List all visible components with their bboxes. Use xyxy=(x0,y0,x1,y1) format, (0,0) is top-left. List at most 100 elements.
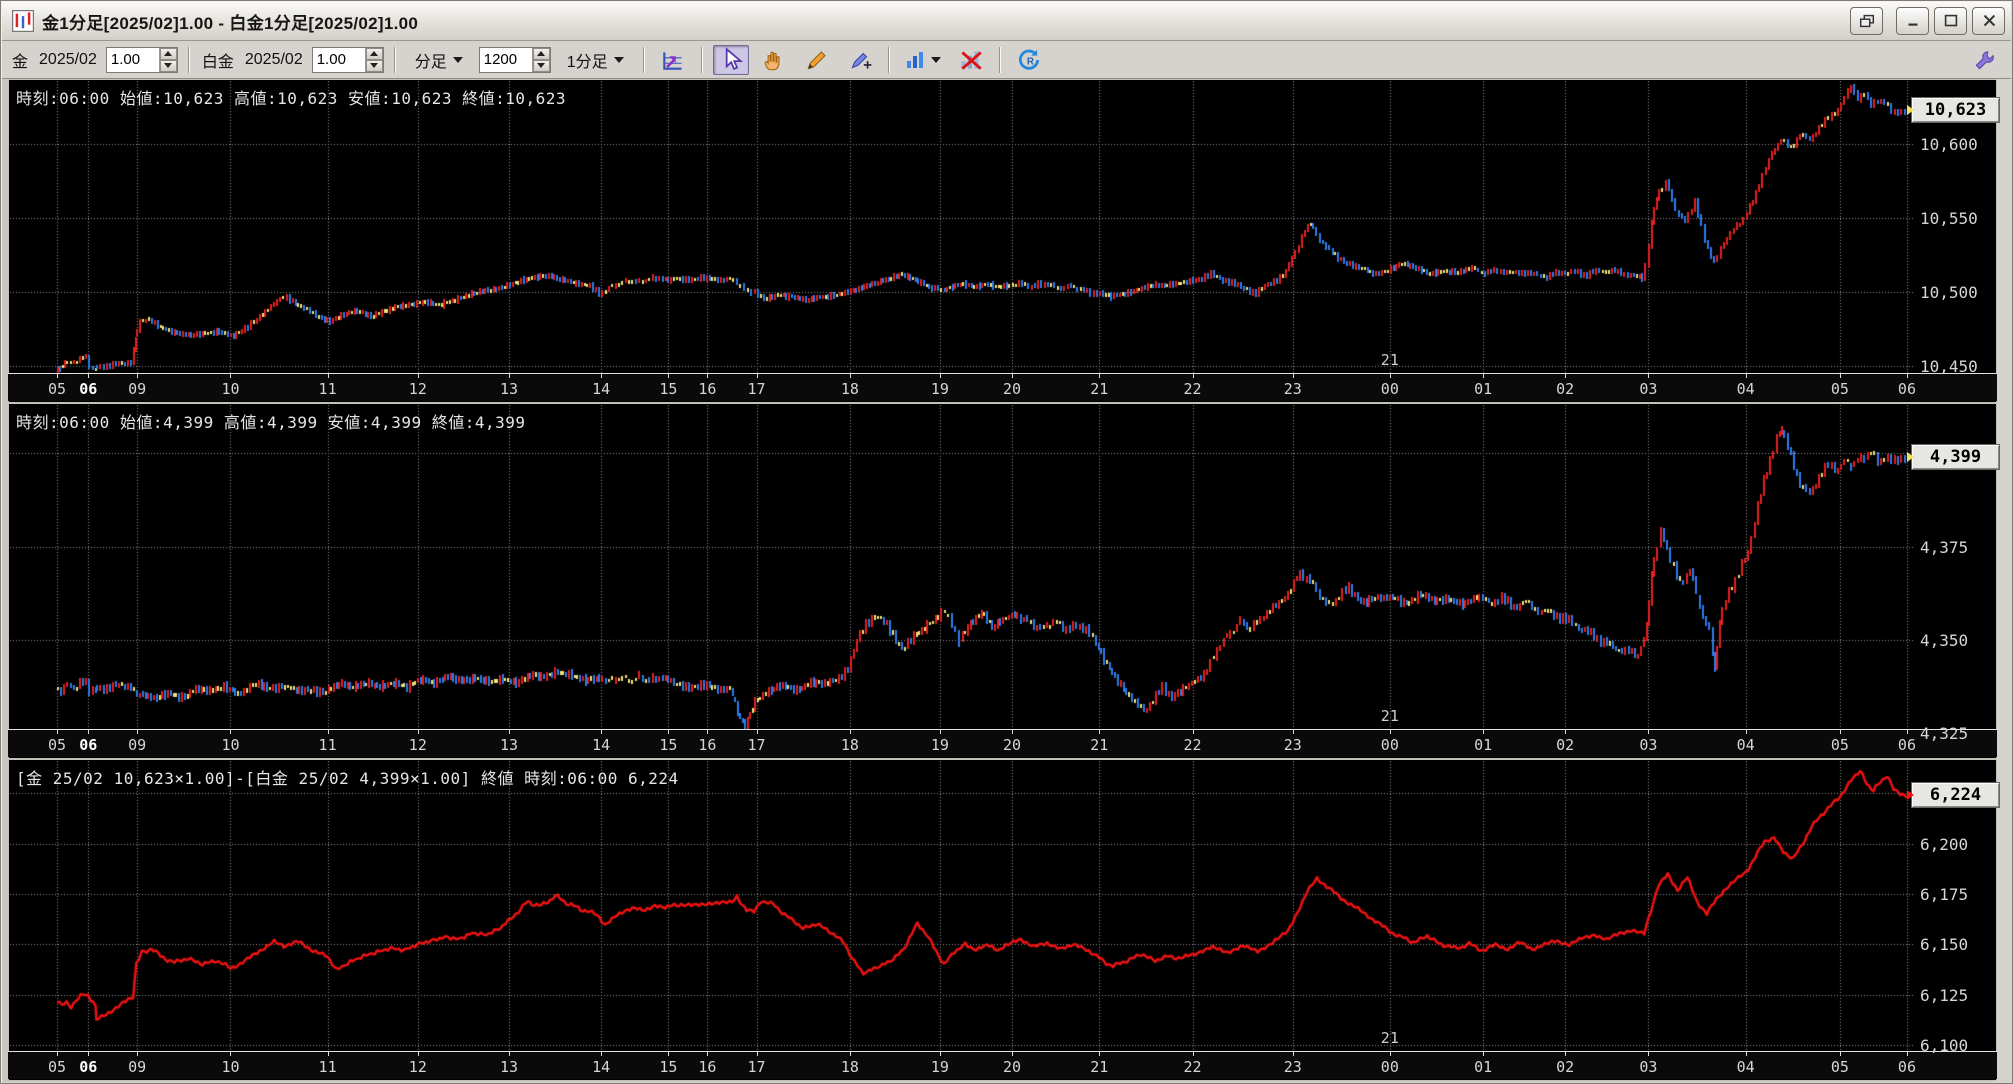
spin-up-icon[interactable] xyxy=(160,48,177,60)
delete-chart-icon xyxy=(958,47,984,73)
platinum-multiplier-spinner[interactable]: 1.00 xyxy=(312,47,384,73)
x-tick-mark xyxy=(668,1052,669,1056)
x-tick-mark xyxy=(1483,1052,1484,1056)
x-tick-label: 14 xyxy=(592,736,610,754)
x-tick-mark xyxy=(1746,1052,1747,1056)
platinum-multiplier-value[interactable]: 1.00 xyxy=(313,48,365,72)
marker-tool-button[interactable] xyxy=(842,45,878,75)
y-tick-label: 4,350 xyxy=(1920,631,1968,650)
pan-tool-button[interactable] xyxy=(756,45,792,75)
x-tick-mark xyxy=(137,730,138,734)
clear-drawings-button[interactable] xyxy=(953,45,989,75)
x-tick-mark xyxy=(850,1052,851,1056)
gold-multiplier-value[interactable]: 1.00 xyxy=(107,48,159,72)
x-tick-label: 16 xyxy=(698,1058,716,1076)
x-tick-label: 01 xyxy=(1474,1058,1492,1076)
x-tick-mark xyxy=(328,374,329,378)
toolbar-separator xyxy=(701,47,703,73)
minimize-button[interactable] xyxy=(1896,7,1929,35)
x-tick-label: 05 xyxy=(1831,1058,1849,1076)
spread-chart-canvas[interactable] xyxy=(10,761,1914,1051)
x-tick-mark xyxy=(601,1052,602,1056)
close-button[interactable] xyxy=(1972,7,2005,35)
gold-multiplier-spinner[interactable]: 1.00 xyxy=(106,47,178,73)
databox-tool-button[interactable] xyxy=(655,45,691,75)
toolbar-separator xyxy=(643,47,645,73)
x-tick-label: 20 xyxy=(1003,380,1021,398)
spread-price-badge: 6,224 xyxy=(1911,782,2000,808)
x-tick-mark xyxy=(757,730,758,734)
chart-type-button[interactable] xyxy=(900,45,946,75)
bar-count-spinner[interactable]: 1200 xyxy=(479,47,551,73)
x-tick-label: 22 xyxy=(1184,380,1202,398)
x-tick-label: 16 xyxy=(698,736,716,754)
x-tick-mark xyxy=(328,1052,329,1056)
select-tool-button[interactable] xyxy=(713,45,749,75)
x-tick-label: 18 xyxy=(841,736,859,754)
x-tick-mark xyxy=(1907,730,1908,734)
y-tick-label: 6,200 xyxy=(1920,835,1968,854)
gold-chart-canvas[interactable] xyxy=(10,81,1914,373)
y-tick-label: 4,375 xyxy=(1920,538,1968,557)
reload-button[interactable]: R xyxy=(1011,45,1047,75)
settings-wrench-button[interactable] xyxy=(1967,45,2003,75)
x-tick-mark xyxy=(1648,374,1649,378)
interval-dropdown[interactable]: 1分足 xyxy=(558,46,633,74)
platinum-multiplier-buttons[interactable] xyxy=(365,48,383,72)
x-tick-label: 23 xyxy=(1284,380,1302,398)
maximize-button[interactable] xyxy=(1934,7,1967,35)
y-tick-label: 10,500 xyxy=(1920,283,1978,302)
spin-down-icon[interactable] xyxy=(366,60,383,72)
x-tick-mark xyxy=(230,730,231,734)
x-tick-mark xyxy=(88,374,89,378)
x-tick-label: 19 xyxy=(931,1058,949,1076)
gold-month-label: 2025/02 xyxy=(37,51,99,69)
x-tick-mark xyxy=(137,374,138,378)
platinum-chart-canvas[interactable] xyxy=(10,405,1914,729)
x-tick-mark xyxy=(1483,374,1484,378)
x-tick-label: 18 xyxy=(841,1058,859,1076)
x-tick-mark xyxy=(418,374,419,378)
x-tick-mark xyxy=(707,730,708,734)
bar-count-buttons[interactable] xyxy=(532,48,550,72)
toolbar: 金 2025/02 1.00 白金 2025/02 1.00 分足 1200 1… xyxy=(2,41,2011,79)
gold-date-label: 21 xyxy=(1381,351,1399,369)
x-tick-label: 17 xyxy=(748,1058,766,1076)
x-tick-mark xyxy=(601,374,602,378)
pencil-icon xyxy=(804,47,830,73)
refresh-icon: R xyxy=(1016,47,1042,73)
x-tick-label: 00 xyxy=(1381,736,1399,754)
spread-info-line: [金 25/02 10,623×1.00]-[白金 25/02 4,399×1.… xyxy=(16,765,679,789)
y-tick-label: 4,325 xyxy=(1920,724,1968,743)
x-tick-mark xyxy=(509,730,510,734)
x-tick-mark xyxy=(1099,374,1100,378)
cursor-icon xyxy=(718,47,744,73)
x-tick-mark xyxy=(1193,1052,1194,1056)
spread-price-marker-icon xyxy=(1907,790,1914,800)
spin-down-icon[interactable] xyxy=(533,60,550,72)
window-restore-button[interactable] xyxy=(1850,7,1883,35)
x-tick-label: 12 xyxy=(409,1058,427,1076)
x-tick-label: 10 xyxy=(221,380,239,398)
bar-type-label: 分足 xyxy=(415,48,447,72)
x-tick-label: 10 xyxy=(221,1058,239,1076)
x-tick-label: 03 xyxy=(1639,1058,1657,1076)
x-tick-mark xyxy=(757,374,758,378)
x-tick-label: 14 xyxy=(592,380,610,398)
spin-up-icon[interactable] xyxy=(533,48,550,60)
gold-price-badge: 10,623 xyxy=(1911,97,2000,123)
x-tick-label: 20 xyxy=(1003,1058,1021,1076)
spin-up-icon[interactable] xyxy=(366,48,383,60)
x-tick-mark xyxy=(230,374,231,378)
bar-count-value[interactable]: 1200 xyxy=(480,48,532,72)
x-tick-mark xyxy=(88,1052,89,1056)
x-tick-mark xyxy=(1746,730,1747,734)
x-tick-mark xyxy=(1012,1052,1013,1056)
gold-multiplier-buttons[interactable] xyxy=(159,48,177,72)
bar-type-dropdown[interactable]: 分足 xyxy=(406,46,472,74)
x-tick-mark xyxy=(509,374,510,378)
spin-down-icon[interactable] xyxy=(160,60,177,72)
app-icon xyxy=(12,10,34,32)
draw-tool-button[interactable] xyxy=(799,45,835,75)
x-tick-mark xyxy=(940,1052,941,1056)
